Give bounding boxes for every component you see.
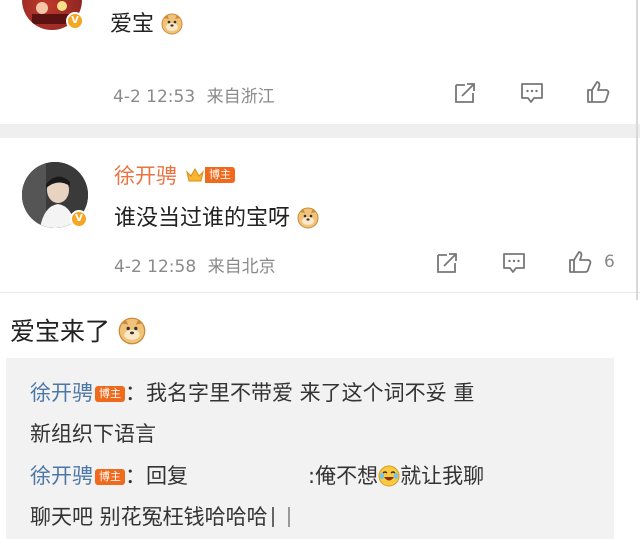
comment-2-source: 来自北京: [207, 257, 276, 277]
comment-2-username[interactable]: 徐开骋: [114, 160, 177, 190]
crown-blogger-badge: 博主: [185, 166, 235, 184]
like-icon[interactable]: [585, 79, 611, 105]
comment-2-text-row: 谁没当过谁的宝呀: [114, 200, 319, 232]
reply-2-line-2: 聊天吧 别花冤枉钱哈哈哈: [30, 501, 290, 531]
reply-colon: ：: [125, 464, 146, 488]
right-edge-line: [636, 0, 638, 300]
comment-1-time: 4-2 12:53: [113, 87, 196, 107]
blogger-badge: 博主: [205, 167, 235, 183]
reply-colon: ：: [125, 381, 146, 405]
reply-1-username[interactable]: 徐开骋: [30, 381, 93, 405]
reply-1-text-line-2: 新组织下语言: [30, 422, 156, 446]
blogger-badge: 博主: [95, 386, 125, 402]
blogger-badge: 博主: [95, 469, 125, 485]
truncated-emoji: [271, 507, 290, 527]
reply-1-line-2: 新组织下语言: [30, 418, 156, 448]
doge-emoji: [161, 13, 183, 35]
verified-icon: V: [66, 12, 84, 30]
comment-icon[interactable]: [501, 250, 527, 276]
section-divider: [0, 124, 640, 138]
reply-2-line-1: 徐开骋 博主 ：回复 :俺不想 就让我聊: [30, 460, 484, 490]
like-count: 6: [604, 252, 615, 272]
comment-2-time: 4-2 12:58: [114, 257, 197, 277]
doge-emoji: [118, 317, 146, 345]
reply-2-text-line-2: 聊天吧 别花冤枉钱哈哈哈: [30, 505, 268, 529]
post-text: 爱宝来了: [10, 317, 111, 346]
comment-1-meta: 4-2 12:53 来自浙江: [113, 82, 275, 107]
comment-icon[interactable]: [519, 80, 545, 106]
share-icon[interactable]: [434, 250, 460, 276]
comment-2-meta: 4-2 12:58 来自北京: [114, 252, 276, 277]
reply-1-text-line-1: 我名字里不带爱 来了这个词不妥 重: [146, 381, 475, 405]
verified-icon: V: [70, 210, 88, 228]
reply-2-username[interactable]: 徐开骋: [30, 464, 93, 488]
doge-emoji: [297, 207, 319, 229]
comment-2-header: 徐开骋 博主: [114, 160, 235, 190]
laugh-cry-emoji: [378, 465, 400, 487]
comment-2-text: 谁没当过谁的宝呀: [114, 206, 291, 231]
crown-icon: [186, 167, 204, 182]
comment-1-text-row: 爱宝: [110, 6, 183, 38]
reply-2-prefix: 回复: [146, 464, 188, 488]
like-icon[interactable]: [567, 249, 593, 275]
comment-1-source: 来自浙江: [206, 87, 275, 107]
reply-2-text-b: 就让我聊: [400, 464, 485, 488]
reply-1-line-1: 徐开骋 博主 ：我名字里不带爱 来了这个词不妥 重: [30, 377, 474, 407]
post-text-row: 爱宝来了: [10, 312, 146, 348]
comment-1-text: 爱宝: [110, 12, 155, 37]
reply-2-text-a: :俺不想: [308, 464, 379, 488]
section-divider: [0, 292, 640, 293]
share-icon[interactable]: [452, 80, 478, 106]
